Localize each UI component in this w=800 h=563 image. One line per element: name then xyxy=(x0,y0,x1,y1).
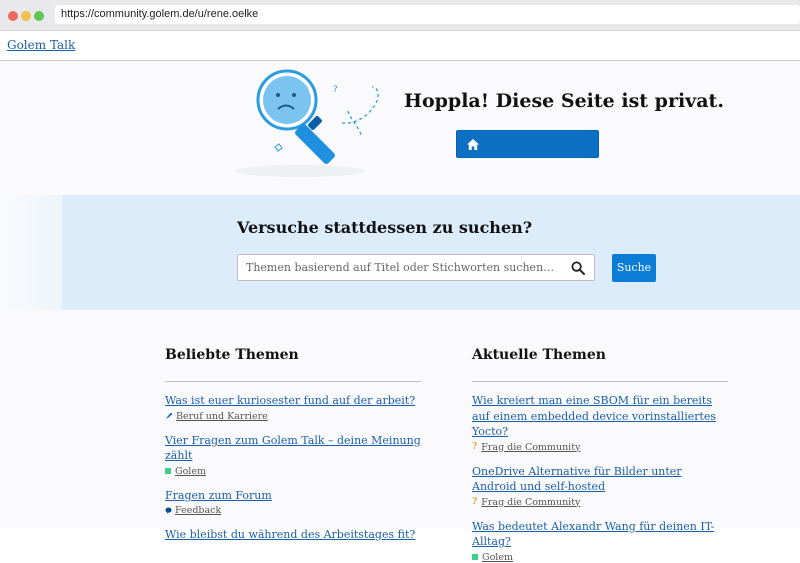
square-icon xyxy=(472,554,478,560)
search-button[interactable]: Suche xyxy=(612,254,656,282)
category-badge[interactable]: ? Frag die Community xyxy=(472,442,728,453)
popular-topics: Beliebte Themen Was ist euer kuriosester… xyxy=(165,347,421,543)
maximize-window-button[interactable] xyxy=(34,11,44,21)
list-item: Wie kreiert man eine SBOM für ein bereit… xyxy=(472,393,728,453)
svg-text:?: ? xyxy=(333,85,338,95)
topic-link[interactable]: Wie kreiert man eine SBOM für ein bereit… xyxy=(472,393,728,440)
question-icon: ? xyxy=(472,497,478,507)
list-item: Was ist euer kuriosester fund auf der ar… xyxy=(165,393,421,422)
latest-topics-title: Aktuelle Themen xyxy=(472,347,606,363)
category-badge[interactable]: Feedback xyxy=(165,505,421,516)
category-badge[interactable]: ? Frag die Community xyxy=(472,497,728,508)
site-title-link[interactable]: Golem Talk xyxy=(7,38,75,52)
rocket-icon xyxy=(166,413,172,419)
latest-topics: Aktuelle Themen Wie kreiert man eine SBO… xyxy=(472,347,728,563)
search-input[interactable] xyxy=(238,255,558,280)
category-badge[interactable]: Golem xyxy=(472,552,728,563)
divider xyxy=(472,381,728,382)
search-icon[interactable] xyxy=(571,261,585,275)
home-button[interactable] xyxy=(456,130,599,158)
topic-link[interactable]: Fragen zum Forum xyxy=(165,488,421,504)
band-fade xyxy=(0,195,62,310)
list-item: Fragen zum Forum Feedback xyxy=(165,488,421,517)
category-badge[interactable]: Beruf und Karriere xyxy=(165,411,421,422)
browser-chrome: https://community.golem.de/u/rene.oelke xyxy=(0,0,800,31)
list-item: Vier Fragen zum Golem Talk – deine Meinu… xyxy=(165,433,421,477)
list-item: Wie bleibst du während des Arbeitstages … xyxy=(165,527,421,543)
topic-link[interactable]: Was bedeutet Alexandr Wang für deinen IT… xyxy=(472,519,728,550)
square-icon xyxy=(165,468,171,474)
search-heading: Versuche stattdessen zu suchen? xyxy=(237,218,533,237)
topic-link[interactable]: Was ist euer kuriosester fund auf der ar… xyxy=(165,393,421,409)
topic-link[interactable]: Vier Fragen zum Golem Talk – deine Meinu… xyxy=(165,433,421,464)
search-field[interactable] xyxy=(237,254,595,281)
site-header: Golem Talk xyxy=(0,31,800,61)
speech-bubble-icon xyxy=(165,507,172,514)
list-item: Was bedeutet Alexandr Wang für deinen IT… xyxy=(472,519,728,563)
divider xyxy=(165,381,421,382)
search-section xyxy=(62,195,800,310)
popular-topics-title: Beliebte Themen xyxy=(165,347,299,363)
topic-link[interactable]: Wie bleibst du während des Arbeitstages … xyxy=(165,527,421,543)
topic-link[interactable]: OneDrive Alternative für Bilder unter An… xyxy=(472,464,728,495)
question-icon: ? xyxy=(472,442,478,452)
sad-magnifier-illustration: ? xyxy=(235,69,379,177)
close-window-button[interactable] xyxy=(8,11,18,21)
home-icon xyxy=(467,139,479,150)
page-content: ? Hoppla! Diese Seite ist privat. Versuc… xyxy=(0,61,800,563)
category-badge[interactable]: Golem xyxy=(165,466,421,477)
private-page-heading: Hoppla! Diese Seite ist privat. xyxy=(404,90,724,112)
address-bar[interactable]: https://community.golem.de/u/rene.oelke xyxy=(55,5,800,24)
minimize-window-button[interactable] xyxy=(21,11,31,21)
list-item: OneDrive Alternative für Bilder unter An… xyxy=(472,464,728,508)
